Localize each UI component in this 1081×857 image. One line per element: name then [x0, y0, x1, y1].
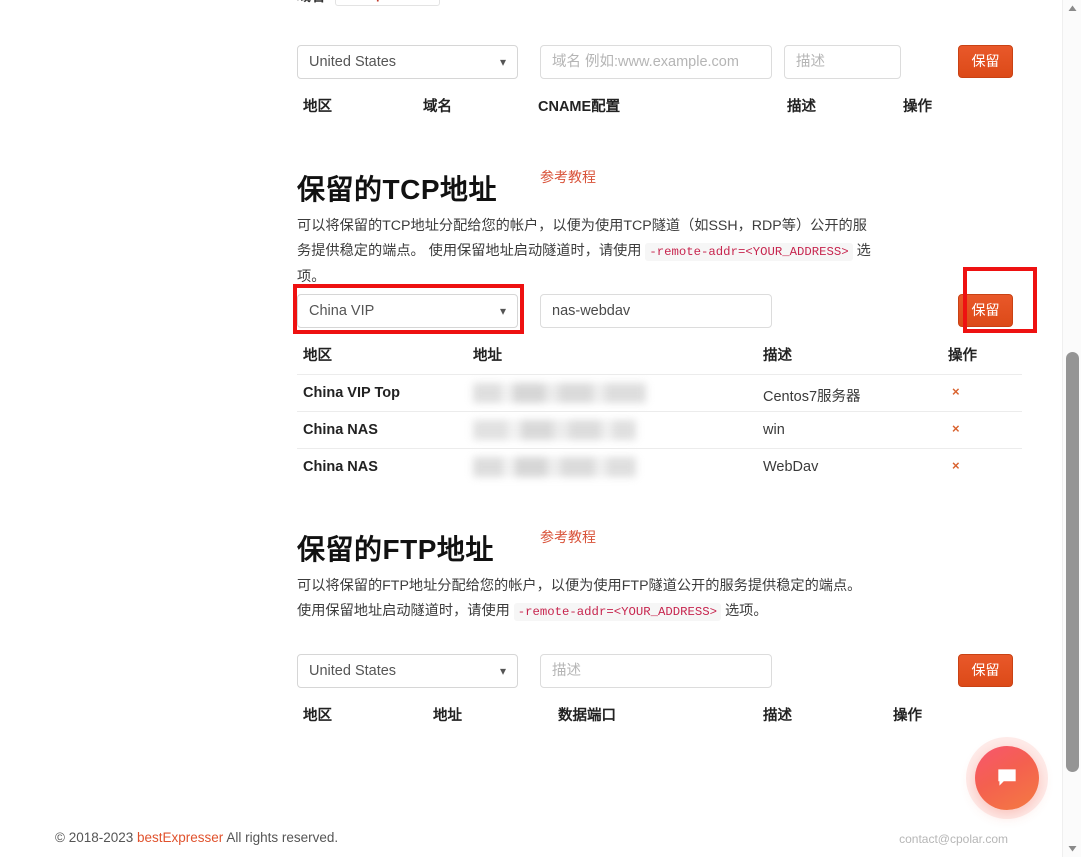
tcp-region-value: China VIP — [309, 303, 375, 319]
vertical-scrollbar[interactable] — [1062, 0, 1081, 857]
ftp-col-dataport: 数据端口 — [558, 708, 616, 724]
ftp-col-desc: 描述 — [763, 708, 792, 724]
tcp-row-address-redacted — [473, 383, 646, 403]
browser-viewport: 域名 example.com United States ▾ 域名 例如:www… — [0, 0, 1081, 857]
tcp-row-region: China NAS — [303, 422, 378, 438]
caret-down-icon — [1068, 846, 1077, 852]
chevron-down-icon: ▾ — [499, 55, 506, 69]
ftp-desc-input[interactable]: 描述 — [540, 654, 772, 688]
scroll-up-arrow-icon[interactable] — [1063, 0, 1081, 17]
tcp-col-action: 操作 — [948, 348, 977, 364]
ftp-col-action: 操作 — [893, 708, 922, 724]
ftp-table-header: 地区 地址 数据端口 描述 操作 — [297, 704, 1022, 734]
scrollbar-thumb[interactable] — [1066, 352, 1079, 772]
ftp-desc-part2: 选项。 — [721, 603, 768, 619]
domain-save-button[interactable]: 保留 — [958, 45, 1013, 78]
tcp-desc-input[interactable]: nas-webdav — [540, 294, 772, 328]
tcp-section-title: 保留的TCP地址 — [297, 174, 498, 205]
caret-up-icon — [1068, 5, 1077, 11]
tcp-section-description: 可以将保留的TCP地址分配给您的帐户，以便为使用TCP隧道（如SSH，RDP等）… — [297, 214, 877, 290]
ftp-remote-addr-code: -remote-addr=<YOUR_ADDRESS> — [513, 603, 722, 621]
copyright-text: © 2018-2023 bestExpresser All rights res… — [55, 830, 338, 845]
ftp-region-value: United States — [309, 663, 397, 679]
ftp-col-address: 地址 — [433, 708, 462, 724]
ftp-table: 地区 地址 数据端口 描述 操作 — [297, 704, 1022, 734]
domain-name-input[interactable]: 域名 例如:www.example.com — [540, 45, 772, 79]
tcp-row-address-redacted — [473, 457, 636, 477]
tcp-col-desc: 描述 — [763, 348, 792, 364]
ftp-tutorial-link[interactable]: 参考教程 — [540, 527, 596, 547]
ftp-region-select[interactable]: United States ▾ — [297, 654, 518, 688]
domain-col-cname: CNAME配置 — [538, 99, 621, 115]
domain-table: 地区 域名 CNAME配置 描述 操作 — [297, 95, 1022, 125]
chevron-down-icon: ▾ — [499, 664, 506, 678]
tcp-col-address: 地址 — [473, 348, 502, 364]
tcp-remote-addr-code: -remote-addr=<YOUR_ADDRESS> — [645, 243, 853, 261]
ftp-section-title: 保留的FTP地址 — [297, 534, 494, 565]
domain-table-header: 地区 域名 CNAME配置 描述 操作 — [297, 95, 1022, 125]
table-row: China VIP Top Centos7服务器 × — [297, 374, 1022, 411]
scroll-down-arrow-icon[interactable] — [1063, 840, 1081, 857]
ftp-col-region: 地区 — [303, 708, 332, 724]
copyright-prefix: © 2018-2023 — [55, 830, 138, 845]
contact-email: contact@cpolar.com — [899, 832, 1008, 846]
domain-region-select[interactable]: United States ▾ — [297, 45, 518, 79]
ftp-reserve-form: United States ▾ 描述 保留 — [297, 654, 1022, 688]
ftp-save-button[interactable]: 保留 — [958, 654, 1013, 687]
domain-col-region: 地区 — [303, 99, 332, 115]
tcp-row-delete-icon[interactable]: × — [952, 458, 960, 473]
domain-col-domain: 域名 — [423, 99, 452, 115]
domain-col-action: 操作 — [903, 99, 932, 115]
tcp-row-desc: WebDav — [763, 459, 819, 475]
clipped-label: 域名 — [297, 0, 325, 6]
ftp-section-description: 可以将保留的FTP地址分配给您的帐户，以便为使用FTP隧道公开的服务提供稳定的端… — [297, 574, 877, 625]
table-row: China NAS WebDav × — [297, 448, 1022, 485]
tcp-row-region: China VIP Top — [303, 385, 400, 401]
tcp-col-region: 地区 — [303, 348, 332, 364]
tcp-row-address-redacted — [473, 420, 636, 440]
scrollable-page: 域名 example.com United States ▾ 域名 例如:www… — [0, 0, 1062, 857]
tcp-table-header: 地区 地址 描述 操作 — [297, 344, 1022, 374]
domain-desc-input[interactable]: 描述 — [784, 45, 901, 79]
tcp-row-desc: win — [763, 422, 785, 438]
clipped-domain-chip[interactable]: example.com — [335, 0, 440, 6]
tcp-row-delete-icon[interactable]: × — [952, 384, 960, 399]
chevron-down-icon: ▾ — [499, 304, 506, 318]
domain-col-desc: 描述 — [787, 99, 816, 115]
tcp-table: 地区 地址 描述 操作 China VIP Top Centos7服务器 × C… — [297, 344, 1022, 485]
copyright-suffix: All rights reserved. — [223, 830, 339, 845]
tcp-row-desc: Centos7服务器 — [763, 389, 861, 405]
tcp-row-delete-icon[interactable]: × — [952, 421, 960, 436]
tcp-tutorial-link[interactable]: 参考教程 — [540, 167, 596, 187]
tcp-reserve-form: China VIP ▾ nas-webdav 保留 — [297, 294, 1022, 328]
chat-widget-button[interactable] — [975, 746, 1039, 810]
clipped-domain-chip-row: 域名 example.com — [297, 0, 440, 6]
chat-bubble-icon — [998, 769, 1016, 786]
table-row: China NAS win × — [297, 411, 1022, 448]
brand-link[interactable]: bestExpresser — [137, 830, 223, 845]
tcp-row-region: China NAS — [303, 459, 378, 475]
page-footer: © 2018-2023 bestExpresser All rights res… — [0, 818, 1062, 857]
tcp-region-select[interactable]: China VIP ▾ — [297, 294, 518, 328]
tcp-save-button[interactable]: 保留 — [958, 294, 1013, 327]
domain-reserve-form: United States ▾ 域名 例如:www.example.com 描述… — [297, 45, 1022, 79]
domain-region-value: United States — [309, 54, 397, 70]
